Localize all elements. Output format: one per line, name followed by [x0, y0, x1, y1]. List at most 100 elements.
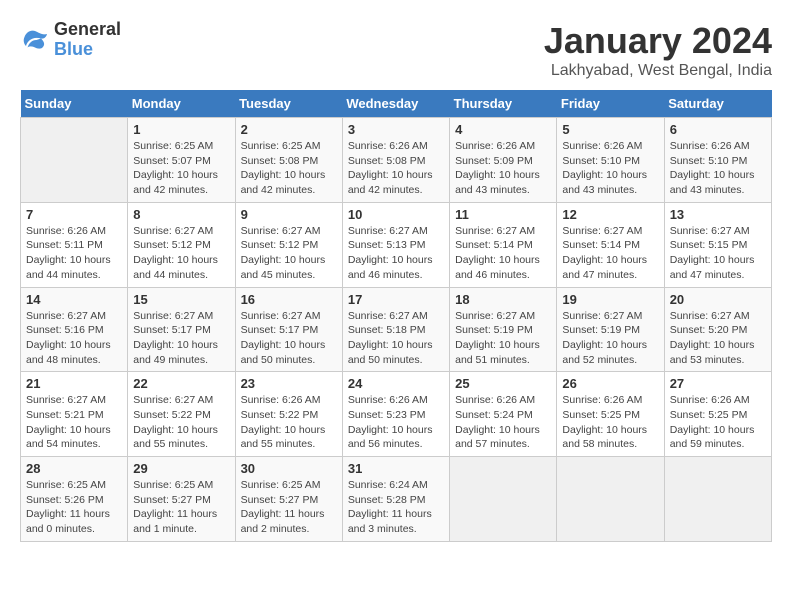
week-row-1: 1 Sunrise: 6:25 AM Sunset: 5:07 PM Daylig…: [21, 118, 772, 203]
day-info: Sunrise: 6:24 AM Sunset: 5:28 PM Dayligh…: [348, 478, 444, 537]
calendar-cell: 29 Sunrise: 6:25 AM Sunset: 5:27 PM Dayli…: [128, 457, 235, 542]
calendar-cell: 31 Sunrise: 6:24 AM Sunset: 5:28 PM Dayli…: [342, 457, 449, 542]
day-number: 11: [455, 207, 551, 222]
header-day-friday: Friday: [557, 90, 664, 118]
day-number: 31: [348, 461, 444, 476]
day-info: Sunrise: 6:25 AM Sunset: 5:27 PM Dayligh…: [133, 478, 229, 537]
calendar-cell: 25 Sunrise: 6:26 AM Sunset: 5:24 PM Dayli…: [450, 372, 557, 457]
day-info: Sunrise: 6:27 AM Sunset: 5:22 PM Dayligh…: [133, 393, 229, 452]
calendar-cell: 16Sunrise: 6:27 AM Sunset: 5:17 PM Dayli…: [235, 287, 342, 372]
day-number: 20: [670, 292, 766, 307]
calendar-cell: 27 Sunrise: 6:26 AM Sunset: 5:25 PM Dayli…: [664, 372, 771, 457]
logo-icon: [20, 25, 50, 55]
day-info: Sunrise: 6:26 AM Sunset: 5:22 PM Dayligh…: [241, 393, 337, 452]
day-info: Sunrise: 6:27 AM Sunset: 5:16 PM Dayligh…: [26, 309, 122, 368]
week-row-4: 21 Sunrise: 6:27 AM Sunset: 5:21 PM Dayli…: [21, 372, 772, 457]
day-info: Sunrise: 6:27 AM Sunset: 5:15 PM Dayligh…: [670, 224, 766, 283]
calendar-cell: 2Sunrise: 6:25 AM Sunset: 5:08 PM Daylig…: [235, 118, 342, 203]
day-number: 1: [133, 122, 229, 137]
day-info: Sunrise: 6:26 AM Sunset: 5:10 PM Dayligh…: [670, 139, 766, 198]
day-number: 5: [562, 122, 658, 137]
day-number: 19: [562, 292, 658, 307]
calendar-cell: 19 Sunrise: 6:27 AM Sunset: 5:19 PM Dayli…: [557, 287, 664, 372]
calendar-subtitle: Lakhyabad, West Bengal, India: [544, 62, 772, 80]
header-row: SundayMondayTuesdayWednesdayThursdayFrid…: [21, 90, 772, 118]
day-number: 9: [241, 207, 337, 222]
calendar-cell: [21, 118, 128, 203]
day-number: 25: [455, 376, 551, 391]
day-info: Sunrise: 6:27 AM Sunset: 5:21 PM Dayligh…: [26, 393, 122, 452]
calendar-cell: 21 Sunrise: 6:27 AM Sunset: 5:21 PM Dayli…: [21, 372, 128, 457]
day-number: 15: [133, 292, 229, 307]
calendar-cell: 30Sunrise: 6:25 AM Sunset: 5:27 PM Dayli…: [235, 457, 342, 542]
calendar-cell: 14 Sunrise: 6:27 AM Sunset: 5:16 PM Dayli…: [21, 287, 128, 372]
header-day-monday: Monday: [128, 90, 235, 118]
calendar-cell: 9 Sunrise: 6:27 AM Sunset: 5:12 PM Daylig…: [235, 202, 342, 287]
logo: General Blue: [20, 20, 121, 60]
day-number: 6: [670, 122, 766, 137]
logo-text: General Blue: [54, 20, 121, 60]
calendar-cell: 15 Sunrise: 6:27 AM Sunset: 5:17 PM Dayli…: [128, 287, 235, 372]
day-number: 14: [26, 292, 122, 307]
header-day-wednesday: Wednesday: [342, 90, 449, 118]
header-day-saturday: Saturday: [664, 90, 771, 118]
day-info: Sunrise: 6:27 AM Sunset: 5:13 PM Dayligh…: [348, 224, 444, 283]
day-info: Sunrise: 6:27 AM Sunset: 5:17 PM Dayligh…: [241, 309, 337, 368]
day-number: 17: [348, 292, 444, 307]
calendar-cell: 10 Sunrise: 6:27 AM Sunset: 5:13 PM Dayli…: [342, 202, 449, 287]
day-number: 29: [133, 461, 229, 476]
calendar-cell: 11 Sunrise: 6:27 AM Sunset: 5:14 PM Dayli…: [450, 202, 557, 287]
calendar-table: SundayMondayTuesdayWednesdayThursdayFrid…: [20, 90, 772, 542]
day-info: Sunrise: 6:26 AM Sunset: 5:23 PM Dayligh…: [348, 393, 444, 452]
day-info: Sunrise: 6:26 AM Sunset: 5:10 PM Dayligh…: [562, 139, 658, 198]
day-number: 10: [348, 207, 444, 222]
calendar-cell: 4Sunrise: 6:26 AM Sunset: 5:09 PM Daylig…: [450, 118, 557, 203]
calendar-cell: [450, 457, 557, 542]
day-info: Sunrise: 6:27 AM Sunset: 5:20 PM Dayligh…: [670, 309, 766, 368]
day-info: Sunrise: 6:26 AM Sunset: 5:25 PM Dayligh…: [562, 393, 658, 452]
day-info: Sunrise: 6:27 AM Sunset: 5:14 PM Dayligh…: [455, 224, 551, 283]
day-number: 26: [562, 376, 658, 391]
calendar-title: January 2024: [544, 20, 772, 62]
header-day-tuesday: Tuesday: [235, 90, 342, 118]
calendar-cell: 20 Sunrise: 6:27 AM Sunset: 5:20 PM Dayli…: [664, 287, 771, 372]
day-number: 12: [562, 207, 658, 222]
day-number: 30: [241, 461, 337, 476]
day-info: Sunrise: 6:27 AM Sunset: 5:17 PM Dayligh…: [133, 309, 229, 368]
day-number: 23: [241, 376, 337, 391]
calendar-body: 1 Sunrise: 6:25 AM Sunset: 5:07 PM Daylig…: [21, 118, 772, 542]
day-info: Sunrise: 6:27 AM Sunset: 5:12 PM Dayligh…: [241, 224, 337, 283]
day-info: Sunrise: 6:27 AM Sunset: 5:14 PM Dayligh…: [562, 224, 658, 283]
day-number: 21: [26, 376, 122, 391]
day-info: Sunrise: 6:27 AM Sunset: 5:18 PM Dayligh…: [348, 309, 444, 368]
week-row-2: 7Sunrise: 6:26 AM Sunset: 5:11 PM Daylig…: [21, 202, 772, 287]
calendar-cell: 24 Sunrise: 6:26 AM Sunset: 5:23 PM Dayli…: [342, 372, 449, 457]
day-info: Sunrise: 6:27 AM Sunset: 5:19 PM Dayligh…: [455, 309, 551, 368]
calendar-cell: [557, 457, 664, 542]
calendar-cell: 13 Sunrise: 6:27 AM Sunset: 5:15 PM Dayli…: [664, 202, 771, 287]
day-number: 24: [348, 376, 444, 391]
day-info: Sunrise: 6:26 AM Sunset: 5:25 PM Dayligh…: [670, 393, 766, 452]
day-number: 27: [670, 376, 766, 391]
day-info: Sunrise: 6:27 AM Sunset: 5:19 PM Dayligh…: [562, 309, 658, 368]
day-number: 13: [670, 207, 766, 222]
day-info: Sunrise: 6:25 AM Sunset: 5:08 PM Dayligh…: [241, 139, 337, 198]
day-info: Sunrise: 6:25 AM Sunset: 5:26 PM Dayligh…: [26, 478, 122, 537]
calendar-cell: 5 Sunrise: 6:26 AM Sunset: 5:10 PM Daylig…: [557, 118, 664, 203]
day-number: 28: [26, 461, 122, 476]
calendar-cell: 8Sunrise: 6:27 AM Sunset: 5:12 PM Daylig…: [128, 202, 235, 287]
day-info: Sunrise: 6:26 AM Sunset: 5:09 PM Dayligh…: [455, 139, 551, 198]
week-row-3: 14 Sunrise: 6:27 AM Sunset: 5:16 PM Dayli…: [21, 287, 772, 372]
day-info: Sunrise: 6:26 AM Sunset: 5:24 PM Dayligh…: [455, 393, 551, 452]
day-info: Sunrise: 6:25 AM Sunset: 5:07 PM Dayligh…: [133, 139, 229, 198]
calendar-cell: 23 Sunrise: 6:26 AM Sunset: 5:22 PM Dayli…: [235, 372, 342, 457]
day-number: 8: [133, 207, 229, 222]
calendar-cell: 26 Sunrise: 6:26 AM Sunset: 5:25 PM Dayli…: [557, 372, 664, 457]
calendar-cell: 18 Sunrise: 6:27 AM Sunset: 5:19 PM Dayli…: [450, 287, 557, 372]
day-number: 18: [455, 292, 551, 307]
calendar-cell: 7Sunrise: 6:26 AM Sunset: 5:11 PM Daylig…: [21, 202, 128, 287]
calendar-cell: 3Sunrise: 6:26 AM Sunset: 5:08 PM Daylig…: [342, 118, 449, 203]
calendar-cell: [664, 457, 771, 542]
day-number: 7: [26, 207, 122, 222]
day-info: Sunrise: 6:26 AM Sunset: 5:08 PM Dayligh…: [348, 139, 444, 198]
